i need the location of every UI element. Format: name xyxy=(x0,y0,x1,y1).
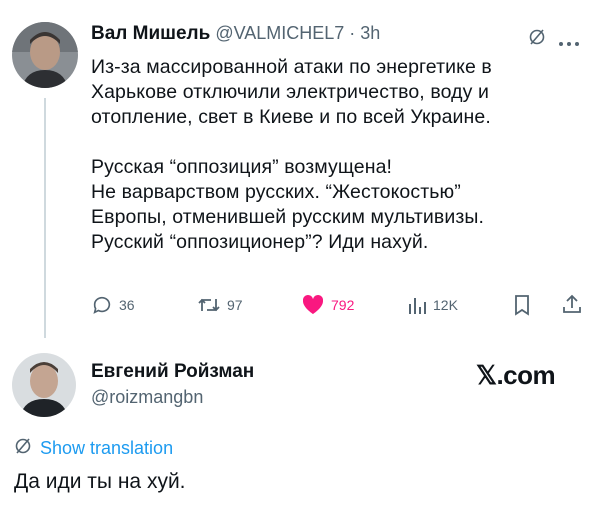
show-translation-label: Show translation xyxy=(40,438,174,458)
author-avatar[interactable] xyxy=(12,22,78,88)
bookmark-icon[interactable] xyxy=(512,294,532,321)
grok-icon xyxy=(14,437,32,460)
tweet-header: Вал Мишель @VALMICHEL7 · 3h xyxy=(91,23,380,45)
retweet-icon xyxy=(197,294,221,316)
reply-author-avatar[interactable] xyxy=(12,353,76,417)
like-button[interactable]: 792 xyxy=(301,294,354,316)
more-icon[interactable] xyxy=(558,34,580,52)
retweet-button[interactable]: 97 xyxy=(197,294,243,316)
show-translation-link[interactable]: Show translation xyxy=(14,437,173,460)
reply-button[interactable]: 36 xyxy=(91,294,135,316)
reply-author-name[interactable]: Евгений Ройзман xyxy=(91,361,254,383)
views-icon xyxy=(407,294,427,316)
author-handle[interactable]: @VALMICHEL7 xyxy=(215,23,344,44)
retweet-count: 97 xyxy=(227,297,243,313)
author-name[interactable]: Вал Мишель xyxy=(91,23,210,45)
xcom-brand: 𝕏.com xyxy=(476,360,556,390)
heart-icon xyxy=(301,294,325,316)
grok-icon[interactable] xyxy=(528,28,546,51)
header-separator: · xyxy=(349,23,356,43)
thread-connector xyxy=(44,98,46,338)
reply-text: Да иди ты на хуй. xyxy=(14,470,186,493)
tweet-text: Из-за массированной атаки по энергетике … xyxy=(91,56,492,253)
like-count: 792 xyxy=(331,297,355,313)
reply-author-handle[interactable]: @roizmangbn xyxy=(91,387,203,408)
views-button[interactable]: 12K xyxy=(407,294,458,316)
reply-count: 36 xyxy=(119,297,135,313)
views-count: 12K xyxy=(433,297,458,313)
tweet-actions: 36 97 792 12K xyxy=(91,292,591,318)
tweet-time[interactable]: 3h xyxy=(360,23,380,44)
share-icon[interactable] xyxy=(561,293,583,320)
reply-icon xyxy=(91,294,113,316)
